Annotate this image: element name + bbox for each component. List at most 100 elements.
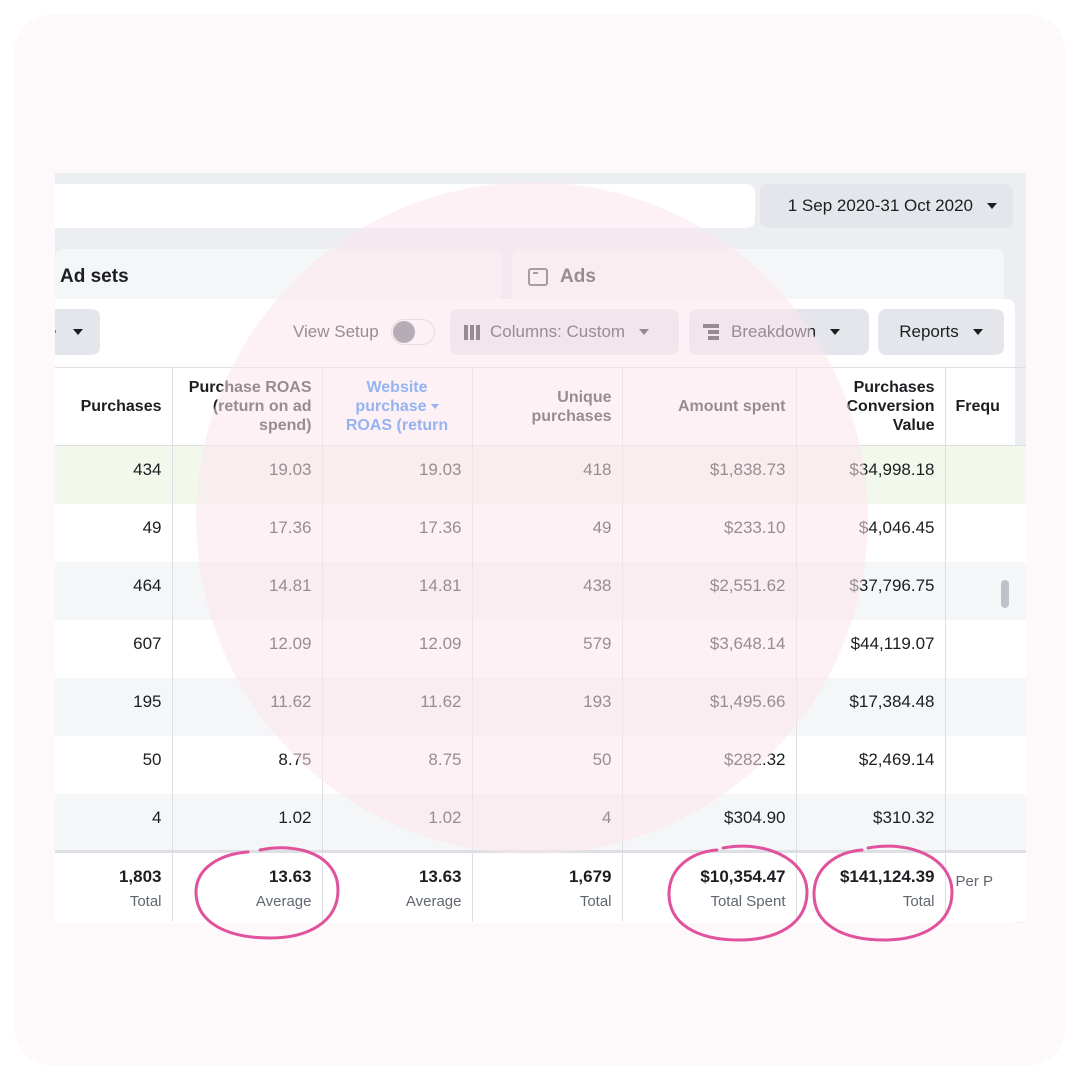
cell-purchase-roas: 8.75 <box>172 735 323 794</box>
cell-amount-spent: $282.32 <box>622 735 797 794</box>
cell-purchase-roas: 19.03 <box>172 445 323 504</box>
results-panel: View Setup Columns: Custom Breakdown Rep… <box>55 299 1026 923</box>
cell-frequency <box>945 503 1026 562</box>
columns-icon <box>464 324 480 340</box>
table-row[interactable]: 607 12.09 12.09 579 $3,648.14 $44,119.07 <box>55 619 1026 678</box>
cell-purchases: 4 <box>55 793 173 852</box>
results-table: Purchases Purchase ROAS (return on ad sp… <box>55 367 1026 922</box>
cell-purchases: 195 <box>55 677 173 736</box>
cell-website-roas: 19.03 <box>322 445 473 504</box>
chevron-down-icon <box>72 329 83 335</box>
col-header-unique-purchases[interactable]: Unique purchases <box>472 367 623 446</box>
total-website-roas: 13.63 Average <box>322 850 473 922</box>
ads-manager-screenshot: 1 Sep 2020-31 Oct 2020 Ad sets Ads View … <box>55 173 1026 923</box>
cell-unique-purchases: 438 <box>472 561 623 620</box>
cell-conversion-value: $310.32 <box>796 793 946 852</box>
cell-purchase-roas: 17.36 <box>172 503 323 562</box>
cell-amount-spent: $233.10 <box>622 503 797 562</box>
cell-frequency <box>945 619 1026 678</box>
col-header-amount-spent[interactable]: Amount spent <box>622 367 797 446</box>
columns-label: Columns: Custom <box>490 322 626 341</box>
ad-window-icon <box>528 268 548 286</box>
chevron-down-icon <box>830 329 841 335</box>
tab-ad-sets[interactable]: Ad sets <box>55 249 501 305</box>
table-row[interactable]: 464 14.81 14.81 438 $2,551.62 $37,796.75 <box>55 561 1026 620</box>
cell-unique-purchases: 193 <box>472 677 623 736</box>
cell-website-roas: 14.81 <box>322 561 473 620</box>
cell-website-roas: 8.75 <box>322 735 473 794</box>
total-purchases: 1,803 Total <box>55 850 173 922</box>
tab-ad-sets-label: Ad sets <box>60 266 129 287</box>
cell-website-roas: 1.02 <box>322 793 473 852</box>
cell-conversion-value: $4,046.45 <box>796 503 946 562</box>
cell-conversion-value: $2,469.14 <box>796 735 946 794</box>
cell-website-roas: 11.62 <box>322 677 473 736</box>
reports-button[interactable]: Reports <box>878 309 1004 355</box>
date-range-button[interactable]: 1 Sep 2020-31 Oct 2020 <box>760 184 1013 228</box>
cell-amount-spent: $2,551.62 <box>622 561 797 620</box>
chevron-down-icon <box>987 203 997 209</box>
cell-purchases: 434 <box>55 445 173 504</box>
cell-purchases: 607 <box>55 619 173 678</box>
table-row[interactable]: 50 8.75 8.75 50 $282.32 $2,469.14 <box>55 735 1026 794</box>
breakdown-icon <box>703 324 719 340</box>
table-row[interactable]: 49 17.36 17.36 49 $233.10 $4,046.45 <box>55 503 1026 562</box>
cell-amount-spent: $1,838.73 <box>622 445 797 504</box>
filter-dropdown-button[interactable] <box>55 309 100 355</box>
cell-unique-purchases: 418 <box>472 445 623 504</box>
table-header-row: Purchases Purchase ROAS (return on ad sp… <box>55 367 1026 446</box>
totals-row: 1,803 Total 13.63 Average 13.63 Average 1,6… <box>55 850 1026 922</box>
cell-conversion-value: $37,796.75 <box>796 561 946 620</box>
cell-unique-purchases: 50 <box>472 735 623 794</box>
cell-amount-spent: $304.90 <box>622 793 797 852</box>
view-setup-toggle[interactable] <box>390 319 435 345</box>
cell-purchase-roas: 11.62 <box>172 677 323 736</box>
view-setup-label: View Setup <box>293 322 379 341</box>
cell-conversion-value: $17,384.48 <box>796 677 946 736</box>
breakdown-button[interactable]: Breakdown <box>689 309 869 355</box>
cell-frequency <box>945 793 1026 852</box>
cell-unique-purchases: 49 <box>472 503 623 562</box>
table-scrollbar[interactable] <box>1001 580 1009 608</box>
cell-website-roas: 17.36 <box>322 503 473 562</box>
reports-label: Reports <box>899 322 959 341</box>
sort-descending-icon <box>430 404 439 410</box>
cell-frequency <box>945 677 1026 736</box>
col-header-frequency[interactable]: Frequ <box>945 367 1026 446</box>
col-header-website-purchase-roas[interactable]: Website purchase ROAS (return <box>322 367 473 446</box>
cell-frequency <box>945 445 1026 504</box>
cell-amount-spent: $1,495.66 <box>622 677 797 736</box>
tab-ads-label: Ads <box>560 266 596 287</box>
columns-button[interactable]: Columns: Custom <box>450 309 679 355</box>
cell-amount-spent: $3,648.14 <box>622 619 797 678</box>
col-header-conversion-value[interactable]: Purchases Conversion Value <box>796 367 946 446</box>
total-amount-spent: $10,354.47 Total Spent <box>622 850 797 922</box>
total-unique-purchases: 1,679 Total <box>472 850 623 922</box>
cell-conversion-value: $34,998.18 <box>796 445 946 504</box>
cell-unique-purchases: 4 <box>472 793 623 852</box>
table-row[interactable]: 4 1.02 1.02 4 $304.90 $310.32 <box>55 793 1026 852</box>
date-range-label: 1 Sep 2020-31 Oct 2020 <box>787 196 973 215</box>
cell-conversion-value: $44,119.07 <box>796 619 946 678</box>
search-filter-field[interactable] <box>55 184 755 228</box>
chevron-down-icon <box>972 329 983 335</box>
cell-purchases: 464 <box>55 561 173 620</box>
breakdown-label: Breakdown <box>731 322 817 341</box>
cell-purchases: 50 <box>55 735 173 794</box>
table-row[interactable]: 195 11.62 11.62 193 $1,495.66 $17,384.48 <box>55 677 1026 736</box>
chevron-down-icon <box>639 329 650 335</box>
col-header-purchases[interactable]: Purchases <box>55 367 173 446</box>
tab-ads[interactable]: Ads <box>512 249 1004 305</box>
total-purchase-roas: 13.63 Average <box>172 850 323 922</box>
truncated-label-dot <box>55 330 56 333</box>
col-header-purchase-roas[interactable]: Purchase ROAS (return on ad spend) <box>172 367 323 446</box>
cell-frequency <box>945 561 1026 620</box>
cell-purchase-roas: 12.09 <box>172 619 323 678</box>
total-conversion-value: $141,124.39 Total <box>796 850 946 922</box>
cell-frequency <box>945 735 1026 794</box>
table-row[interactable]: 434 19.03 19.03 418 $1,838.73 $34,998.18 <box>55 445 1026 504</box>
total-frequency: Per P <box>945 850 1026 922</box>
view-setup-control[interactable]: View Setup <box>293 319 435 345</box>
cell-purchase-roas: 14.81 <box>172 561 323 620</box>
cell-unique-purchases: 579 <box>472 619 623 678</box>
